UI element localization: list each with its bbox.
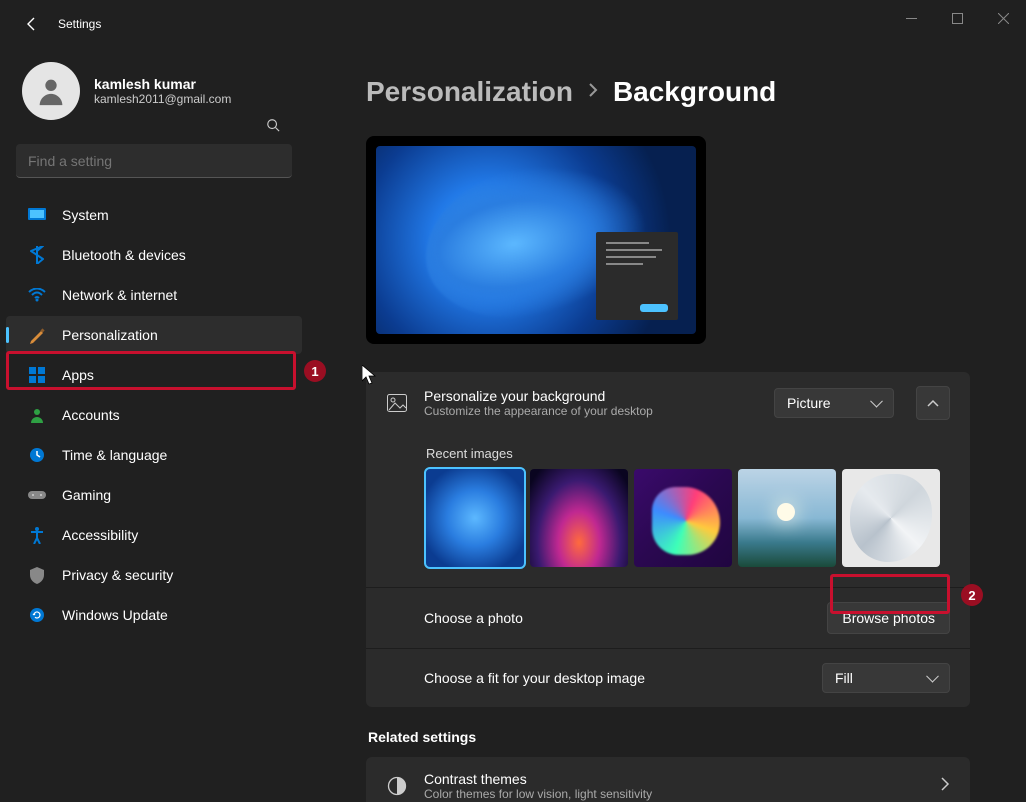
related-heading: Related settings xyxy=(368,729,970,745)
recent-thumb-3[interactable] xyxy=(634,469,732,567)
desktop-preview xyxy=(366,136,706,344)
nav-label: Accounts xyxy=(62,407,120,423)
nav-label: Time & language xyxy=(62,447,167,463)
breadcrumb-current: Background xyxy=(613,76,776,108)
window-controls xyxy=(888,0,1026,36)
sidebar-item-update[interactable]: Windows Update xyxy=(6,596,302,634)
recent-thumb-2[interactable] xyxy=(530,469,628,567)
related-card: Contrast themes Color themes for low vis… xyxy=(366,757,970,802)
user-email: kamlesh2011@gmail.com xyxy=(94,92,231,106)
main-content: Personalization Background Personalize y… xyxy=(308,48,1026,802)
user-block[interactable]: kamlesh kumar kamlesh2011@gmail.com xyxy=(0,58,308,144)
apps-icon xyxy=(28,366,46,384)
recent-thumb-5[interactable] xyxy=(842,469,940,567)
nav-label: System xyxy=(62,207,109,223)
nav-list: System Bluetooth & devices Network & int… xyxy=(0,196,308,634)
accounts-icon xyxy=(28,406,46,424)
choose-fit-label: Choose a fit for your desktop image xyxy=(424,670,806,686)
contrast-sub: Color themes for low vision, light sensi… xyxy=(424,787,924,801)
choose-photo-label: Choose a photo xyxy=(424,610,811,626)
maximize-button[interactable] xyxy=(934,0,980,36)
user-name: kamlesh kumar xyxy=(94,76,231,92)
recent-thumb-4[interactable] xyxy=(738,469,836,567)
sidebar-item-privacy[interactable]: Privacy & security xyxy=(6,556,302,594)
contrast-icon xyxy=(386,776,408,796)
search-icon xyxy=(266,118,280,137)
collapse-button[interactable] xyxy=(916,386,950,420)
sidebar-item-time[interactable]: Time & language xyxy=(6,436,302,474)
nav-label: Windows Update xyxy=(62,607,168,623)
nav-label: Gaming xyxy=(62,487,111,503)
bluetooth-icon xyxy=(28,246,46,264)
minimize-button[interactable] xyxy=(888,0,934,36)
gaming-icon xyxy=(28,486,46,504)
nav-label: Privacy & security xyxy=(62,567,173,583)
avatar xyxy=(22,62,80,120)
sidebar-item-apps[interactable]: Apps xyxy=(6,356,302,394)
sidebar-item-gaming[interactable]: Gaming xyxy=(6,476,302,514)
time-icon xyxy=(28,446,46,464)
breadcrumb-parent[interactable]: Personalization xyxy=(366,76,573,108)
background-card: Personalize your background Customize th… xyxy=(366,372,970,707)
network-icon xyxy=(28,286,46,304)
recent-images-block: Recent images xyxy=(366,434,970,587)
annotation-number-2: 2 xyxy=(961,584,983,606)
update-icon xyxy=(28,606,46,624)
nav-label: Bluetooth & devices xyxy=(62,247,186,263)
sidebar-item-accounts[interactable]: Accounts xyxy=(6,396,302,434)
accessibility-icon xyxy=(28,526,46,544)
fit-dropdown[interactable]: Fill xyxy=(822,663,950,693)
sidebar-item-network[interactable]: Network & internet xyxy=(6,276,302,314)
personalization-icon xyxy=(28,326,46,344)
row-title: Personalize your background xyxy=(424,388,758,404)
sidebar-item-system[interactable]: System xyxy=(6,196,302,234)
titlebar: Settings xyxy=(0,0,1026,48)
personalize-row: Personalize your background Customize th… xyxy=(366,372,970,434)
chevron-right-icon xyxy=(940,777,950,796)
choose-fit-row: Choose a fit for your desktop image Fill xyxy=(366,648,970,707)
sidebar-item-personalization[interactable]: Personalization xyxy=(6,316,302,354)
back-button[interactable] xyxy=(20,12,44,36)
sidebar-item-accessibility[interactable]: Accessibility xyxy=(6,516,302,554)
nav-label: Apps xyxy=(62,367,94,383)
contrast-themes-row[interactable]: Contrast themes Color themes for low vis… xyxy=(366,757,970,802)
recent-thumb-1[interactable] xyxy=(426,469,524,567)
browse-photos-button[interactable]: Browse photos xyxy=(827,602,950,634)
choose-photo-row: Choose a photo Browse photos xyxy=(366,587,970,648)
annotation-number-1: 1 xyxy=(304,360,326,382)
background-type-dropdown[interactable]: Picture xyxy=(774,388,894,418)
nav-label: Network & internet xyxy=(62,287,177,303)
preview-wallpaper xyxy=(376,146,696,334)
nav-label: Accessibility xyxy=(62,527,138,543)
image-icon xyxy=(386,394,408,412)
preview-sample-window xyxy=(596,232,678,320)
breadcrumb: Personalization Background xyxy=(366,76,970,108)
nav-label: Personalization xyxy=(62,327,158,343)
row-subtitle: Customize the appearance of your desktop xyxy=(424,404,758,418)
privacy-icon xyxy=(28,566,46,584)
contrast-title: Contrast themes xyxy=(424,771,924,787)
close-button[interactable] xyxy=(980,0,1026,36)
sidebar: kamlesh kumar kamlesh2011@gmail.com Syst… xyxy=(0,48,308,802)
system-icon xyxy=(28,206,46,224)
recent-label: Recent images xyxy=(426,446,950,461)
window-title: Settings xyxy=(58,17,101,31)
chevron-right-icon xyxy=(587,83,599,102)
sidebar-item-bluetooth[interactable]: Bluetooth & devices xyxy=(6,236,302,274)
search-input[interactable] xyxy=(16,144,292,178)
